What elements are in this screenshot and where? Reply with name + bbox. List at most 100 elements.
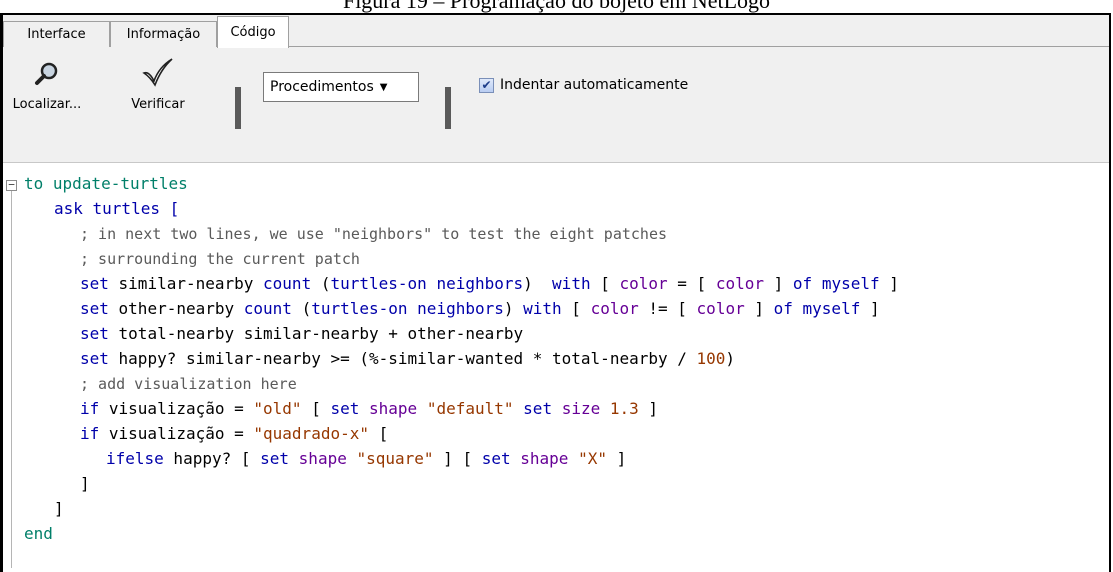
code-token: similar-nearby	[108, 274, 264, 293]
checkmark-icon	[142, 58, 173, 87]
procedures-dropdown[interactable]: Procedimentos ▼	[263, 72, 419, 102]
code-token: ] [	[433, 449, 482, 468]
code-token: set	[481, 449, 511, 468]
code-line: ]	[54, 499, 64, 518]
code-token: if	[80, 399, 100, 418]
fold-guide	[11, 191, 12, 568]
code-token: of	[773, 299, 793, 318]
code-token: )	[523, 274, 553, 293]
code-token: ]	[638, 399, 659, 418]
code-token: set	[523, 399, 553, 418]
code-token: set	[80, 274, 109, 293]
find-button[interactable]: Localizar...	[7, 61, 87, 112]
code-line: set similar-nearby count (turtles-on nei…	[80, 274, 899, 294]
code-token: count	[243, 299, 292, 318]
code-token: [	[590, 274, 620, 293]
chevron-down-icon: ▼	[379, 81, 388, 93]
code-token: color	[590, 299, 639, 318]
code-token: ]	[879, 274, 899, 293]
auto-indent-toggle[interactable]: ✔ Indentar automaticamente	[479, 77, 688, 93]
keyword: to update-turtles	[24, 174, 188, 193]
netlogo-code-window: Interface Informação Código Localizar...…	[0, 13, 1111, 572]
tab-informacao[interactable]: Informação	[110, 21, 217, 47]
code-token: = [	[667, 274, 716, 293]
code-token: turtles-on	[311, 299, 408, 318]
code-token: (	[311, 274, 331, 293]
code-token: if	[80, 424, 100, 443]
code-token: set	[260, 449, 290, 468]
code-token: shape	[520, 449, 569, 468]
code-token: set	[330, 399, 360, 418]
code-token: "X"	[578, 449, 607, 468]
code-token: != [	[638, 299, 697, 318]
code-token: with	[523, 299, 562, 318]
auto-indent-label: Indentar automaticamente	[500, 77, 689, 93]
code-token: neighbors	[436, 274, 524, 293]
code-token: "default"	[426, 399, 514, 418]
code-token: count	[263, 274, 312, 293]
code-line: set total-nearby similar-nearby + other-…	[80, 324, 523, 344]
code-token: turtles-on	[330, 274, 427, 293]
code-token: set	[80, 299, 109, 318]
code-comment: ; in next two lines, we use "neighbors" …	[80, 225, 667, 243]
code-line: ]	[80, 474, 90, 493]
code-token: shape	[369, 399, 418, 418]
check-button[interactable]: Verificar	[123, 57, 193, 112]
code-token: [	[301, 399, 331, 418]
code-token: [	[561, 299, 591, 318]
code-token: visualização =	[99, 424, 254, 443]
code-token: (	[291, 299, 312, 318]
procedures-dropdown-label: Procedimentos	[270, 79, 374, 95]
tab-interface[interactable]: Interface	[3, 21, 110, 47]
code-token: "old"	[253, 399, 302, 418]
code-line: if visualização = "quadrado-x" [	[80, 424, 388, 444]
code-line: set other-nearby count (turtles-on neigh…	[80, 299, 880, 319]
code-editor[interactable]: − to update-turtles ask turtles [ ; in n…	[3, 163, 1109, 572]
code-token: neighbors	[417, 299, 504, 318]
check-icon: ✔	[481, 78, 492, 92]
code-token: set	[80, 324, 109, 343]
code-token: set	[80, 349, 109, 368]
figure-caption: Figura 19 – Programação do bojeto em Net…	[342, 0, 771, 13]
code-comment: ; add visualization here	[80, 375, 297, 393]
auto-indent-checkbox[interactable]: ✔	[479, 77, 494, 93]
code-token: 100	[696, 349, 726, 368]
code-token: visualização =	[99, 399, 254, 418]
code-token: size	[561, 399, 601, 418]
code-token: other-nearby	[108, 299, 244, 318]
code-token: of	[792, 274, 813, 293]
tab-bar: Interface Informação Código	[3, 15, 1109, 48]
code-token: myself	[802, 299, 861, 318]
code-token: ask turtles [	[54, 199, 180, 218]
tab-codigo[interactable]: Código	[217, 16, 289, 48]
code-token: [	[368, 424, 389, 443]
code-token: "square"	[356, 449, 434, 468]
code-token: ]	[764, 274, 793, 293]
code-token: )	[503, 299, 524, 318]
code-token: "quadrado-x"	[253, 424, 369, 443]
code-line: end	[24, 524, 53, 543]
check-button-label: Verificar	[131, 97, 185, 112]
code-token: ifelse	[106, 449, 164, 468]
fold-toggle[interactable]: −	[6, 179, 17, 191]
code-token: ]	[606, 449, 627, 468]
code-token: total-nearby similar-nearby + other-near…	[108, 324, 524, 343]
code-line: ask turtles [	[54, 199, 179, 219]
toolbar-separator	[235, 87, 241, 129]
code-token: ]	[860, 299, 880, 318]
find-button-label: Localizar...	[12, 97, 82, 112]
code-token: color	[619, 274, 668, 293]
code-toolbar: Localizar... Verificar Procedimentos ▼ ✔…	[3, 47, 1109, 163]
code-token: ]	[744, 299, 774, 318]
